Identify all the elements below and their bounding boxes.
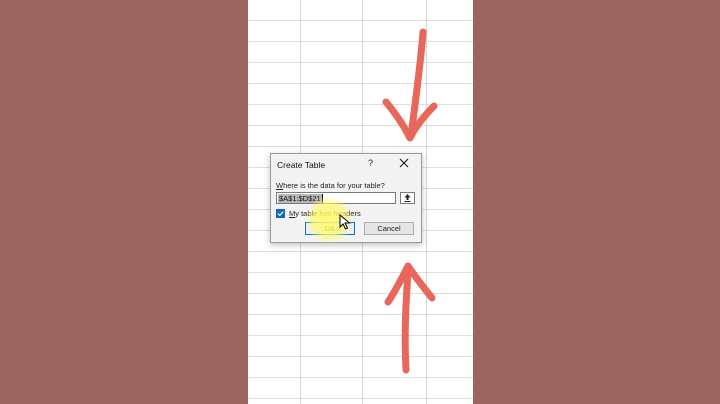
headers-checkbox[interactable] [276,209,285,218]
text-caret [321,194,323,203]
dialog-title: Create Table [277,160,326,170]
range-value: $A$1:$D$21 [278,194,322,203]
range-input[interactable]: $A$1:$D$21 [276,192,396,204]
mouse-pointer-icon [339,214,351,230]
down-arrow-icon [382,28,438,142]
collapse-dialog-button[interactable] [400,192,415,204]
data-range-prompt: Where is the data for your table? [276,181,385,190]
up-arrow-icon [384,262,436,374]
checkmark-icon [277,211,284,217]
close-button[interactable] [397,156,411,170]
right-background-panel [473,0,720,404]
left-background-panel [0,0,248,404]
prompt-text: here is the data for your table? [283,181,385,190]
close-icon [399,158,409,168]
cancel-button[interactable]: Cancel [364,222,414,235]
collapse-arrow-icon [404,194,411,202]
help-button[interactable]: ? [368,158,373,168]
